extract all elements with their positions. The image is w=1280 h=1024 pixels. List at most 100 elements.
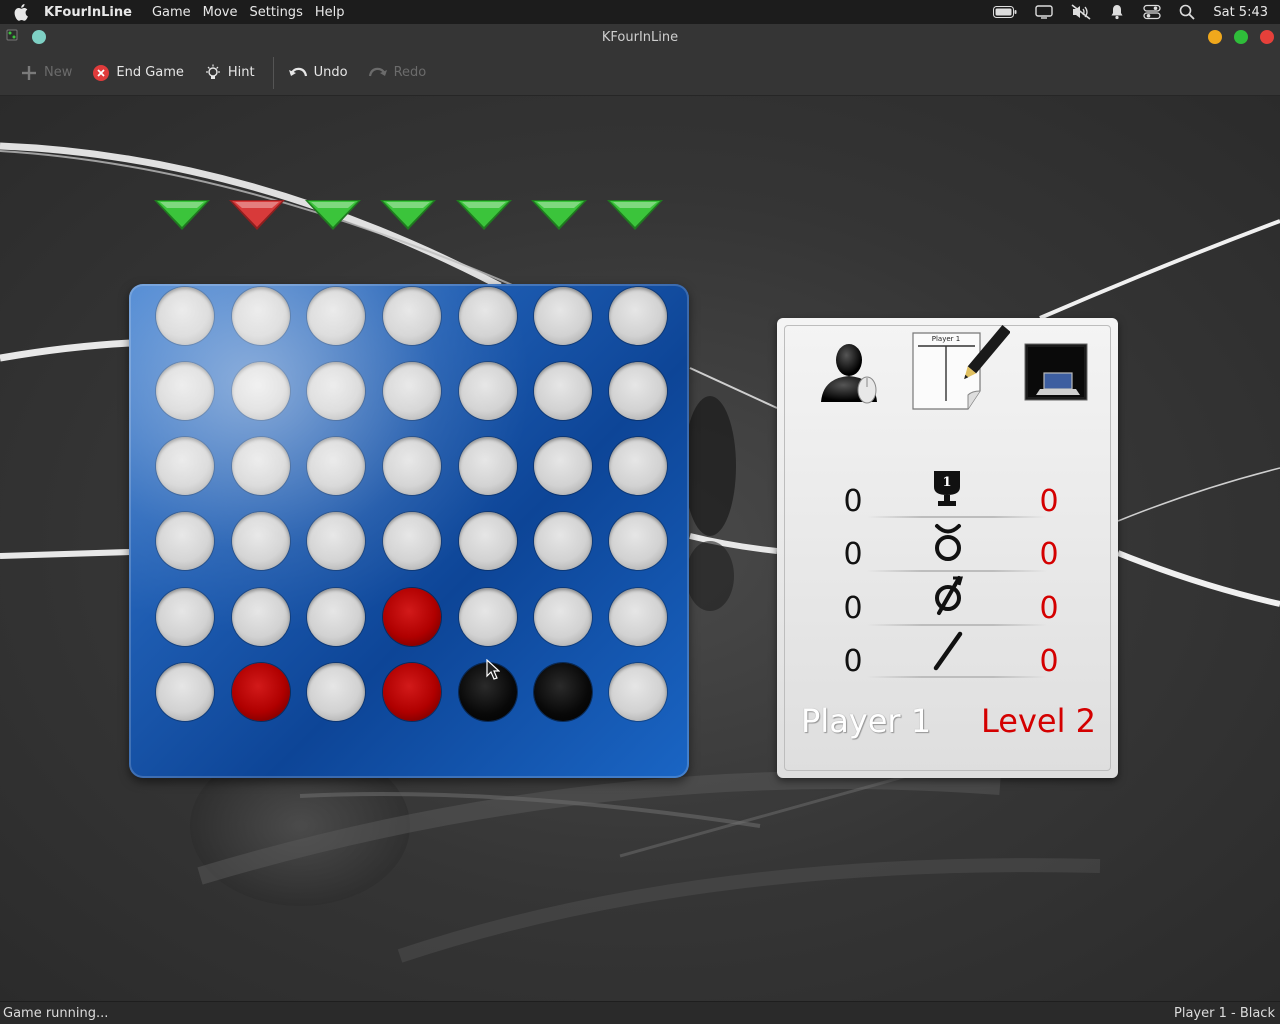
- board-slot[interactable]: [232, 287, 290, 345]
- board-slot[interactable]: [232, 512, 290, 570]
- board-slot[interactable]: [459, 512, 517, 570]
- column-drop-arrow-6[interactable]: [529, 198, 589, 232]
- player1-losses: 0: [843, 537, 863, 572]
- maximize-button[interactable]: [1234, 30, 1248, 44]
- undo-button[interactable]: Undo: [280, 61, 356, 85]
- board-slot[interactable]: [156, 663, 214, 721]
- board-slot[interactable]: [609, 287, 667, 345]
- computer-level: Level 2: [981, 702, 1096, 740]
- board-slot[interactable]: [307, 663, 365, 721]
- player2-wins: 0: [1039, 484, 1059, 519]
- clock[interactable]: Sat 5:43: [1213, 5, 1268, 20]
- pin-icon[interactable]: [32, 30, 46, 44]
- red-piece[interactable]: [383, 588, 441, 646]
- score-divider: [867, 624, 1047, 626]
- board-slot[interactable]: [534, 588, 592, 646]
- plus-icon: [22, 65, 36, 80]
- menu-settings[interactable]: Settings: [250, 5, 303, 20]
- board-slot[interactable]: [609, 362, 667, 420]
- game-board[interactable]: [129, 284, 689, 778]
- player1-wins: 0: [843, 484, 863, 519]
- board-slot[interactable]: [307, 287, 365, 345]
- player2-losses: 0: [1039, 537, 1059, 572]
- svg-text:1: 1: [942, 475, 951, 490]
- board-slot[interactable]: [534, 437, 592, 495]
- laptop-icon: [1024, 343, 1088, 401]
- hint-label: Hint: [227, 65, 255, 80]
- board-slot[interactable]: [459, 287, 517, 345]
- redo-label: Redo: [393, 65, 427, 80]
- volume-muted-icon[interactable]: [1071, 4, 1091, 20]
- board-slot[interactable]: [232, 437, 290, 495]
- new-button[interactable]: New: [12, 60, 80, 86]
- board-slot[interactable]: [383, 362, 441, 420]
- menu-move[interactable]: Move: [203, 5, 238, 20]
- column-drop-arrow-3[interactable]: [303, 198, 363, 232]
- search-icon[interactable]: [1179, 4, 1195, 20]
- board-slot[interactable]: [534, 512, 592, 570]
- board-slot[interactable]: [232, 362, 290, 420]
- status-bar: Game running... Player 1 - Black: [0, 1001, 1280, 1024]
- board-slot[interactable]: [609, 512, 667, 570]
- column-drop-arrow-7[interactable]: [605, 198, 665, 232]
- board-slot[interactable]: [156, 437, 214, 495]
- score-divider: [867, 570, 1047, 572]
- app-menu[interactable]: KFourInLine: [44, 5, 132, 20]
- end-game-button[interactable]: End Game: [84, 60, 192, 86]
- board-slot[interactable]: [609, 663, 667, 721]
- board-slot[interactable]: [459, 437, 517, 495]
- menu-game[interactable]: Game: [152, 5, 191, 20]
- board-slot[interactable]: [383, 512, 441, 570]
- red-piece[interactable]: [232, 663, 290, 721]
- score-divider: [867, 676, 1047, 678]
- board-slot[interactable]: [156, 287, 214, 345]
- column-drop-arrow-4[interactable]: [378, 198, 438, 232]
- column-drop-arrow-1[interactable]: [152, 198, 212, 232]
- battery-icon[interactable]: [993, 6, 1017, 18]
- hint-button[interactable]: Hint: [196, 60, 263, 86]
- score-divider: [867, 516, 1047, 518]
- note-pencil-icon: Player 1: [912, 324, 1010, 410]
- board-slot[interactable]: [459, 362, 517, 420]
- column-drop-arrow-2[interactable]: [227, 198, 287, 232]
- player-name: Player 1: [801, 702, 932, 740]
- redo-icon: [368, 67, 387, 76]
- lightbulb-icon: [205, 64, 220, 79]
- board-slot[interactable]: [609, 588, 667, 646]
- window-titlebar: KFourInLine: [0, 24, 1280, 50]
- board-slot[interactable]: [534, 362, 592, 420]
- minimize-button[interactable]: [1208, 30, 1222, 44]
- control-center-icon[interactable]: [1143, 4, 1162, 20]
- redo-button[interactable]: Redo: [360, 61, 435, 85]
- status-left: Game running...: [3, 1005, 109, 1021]
- board-slot[interactable]: [534, 287, 592, 345]
- game-canvas[interactable]: Player 1 0 1 0 0 0 0 0 0 0 Player 1 Leve…: [0, 96, 1280, 1001]
- board-slot[interactable]: [307, 437, 365, 495]
- user-with-mouse-icon: [821, 344, 877, 404]
- board-slot[interactable]: [383, 437, 441, 495]
- apple-icon[interactable]: [0, 3, 44, 21]
- column-drop-arrow-5[interactable]: [454, 198, 514, 232]
- undo-icon: [288, 67, 307, 76]
- close-button[interactable]: [1260, 30, 1274, 44]
- board-slot[interactable]: [232, 588, 290, 646]
- board-slot[interactable]: [156, 588, 214, 646]
- new-label: New: [44, 65, 73, 80]
- system-menubar: KFourInLine Game Move Settings Help Sat …: [0, 0, 1280, 24]
- board-slot[interactable]: [307, 362, 365, 420]
- board-slot[interactable]: [307, 588, 365, 646]
- display-icon[interactable]: [1035, 5, 1054, 19]
- board-slot[interactable]: [156, 362, 214, 420]
- score-panel: Player 1 0 1 0 0 0 0 0 0 0 Player 1 Leve…: [777, 318, 1118, 778]
- board-slot[interactable]: [307, 512, 365, 570]
- board-slot[interactable]: [459, 588, 517, 646]
- end-game-label: End Game: [116, 65, 184, 80]
- menu-help[interactable]: Help: [315, 5, 345, 20]
- black-piece[interactable]: [534, 663, 592, 721]
- notification-bell-icon[interactable]: [1109, 4, 1125, 20]
- board-slot[interactable]: [156, 512, 214, 570]
- board-slot[interactable]: [609, 437, 667, 495]
- red-piece[interactable]: [383, 663, 441, 721]
- board-slot[interactable]: [383, 287, 441, 345]
- app-icon[interactable]: [6, 29, 18, 45]
